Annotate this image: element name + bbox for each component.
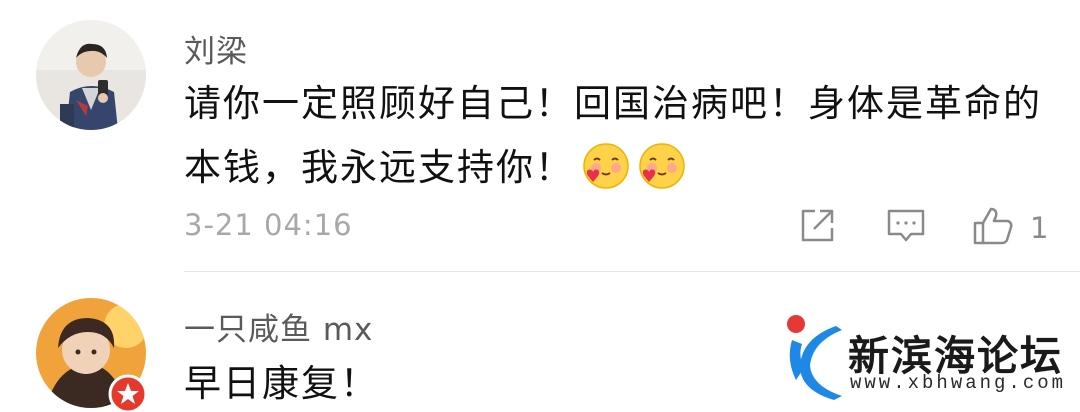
blush-heart-emoji-icon (582, 142, 630, 190)
avatar[interactable] (36, 20, 146, 130)
comment-item: 刘梁 请你一定照顾好自己！回国治病吧！身体是革命的本钱，我永远支持你！ 3-21… (0, 0, 1080, 272)
like-button[interactable]: 1 (972, 206, 1052, 250)
comment-timestamp: 3-21 04:16 (184, 208, 353, 242)
site-logo-icon (782, 312, 848, 402)
comment-text-content: 早日康复！ (184, 362, 379, 405)
comment-bubble-icon (886, 207, 926, 249)
watermark-url: www.xbhwang.com (850, 372, 1067, 394)
username[interactable]: 一只咸鱼 mx (184, 304, 373, 349)
site-watermark: 新滨海论坛 www.xbhwang.com (782, 312, 1080, 408)
badge-icon (108, 374, 148, 412)
thumbs-up-icon (972, 206, 1014, 250)
comment-text: 请你一定照顾好自己！回国治病吧！身体是革命的本钱，我永远支持你！ (184, 72, 1044, 200)
like-count: 1 (1030, 211, 1049, 245)
comment-thread: 刘梁 请你一定照顾好自己！回国治病吧！身体是革命的本钱，我永远支持你！ 3-21… (0, 0, 1080, 412)
username[interactable]: 刘梁 (184, 26, 248, 71)
share-icon (798, 207, 836, 249)
share-button[interactable] (798, 208, 838, 248)
blush-heart-emoji-icon (638, 142, 686, 190)
reply-button[interactable] (886, 208, 926, 248)
